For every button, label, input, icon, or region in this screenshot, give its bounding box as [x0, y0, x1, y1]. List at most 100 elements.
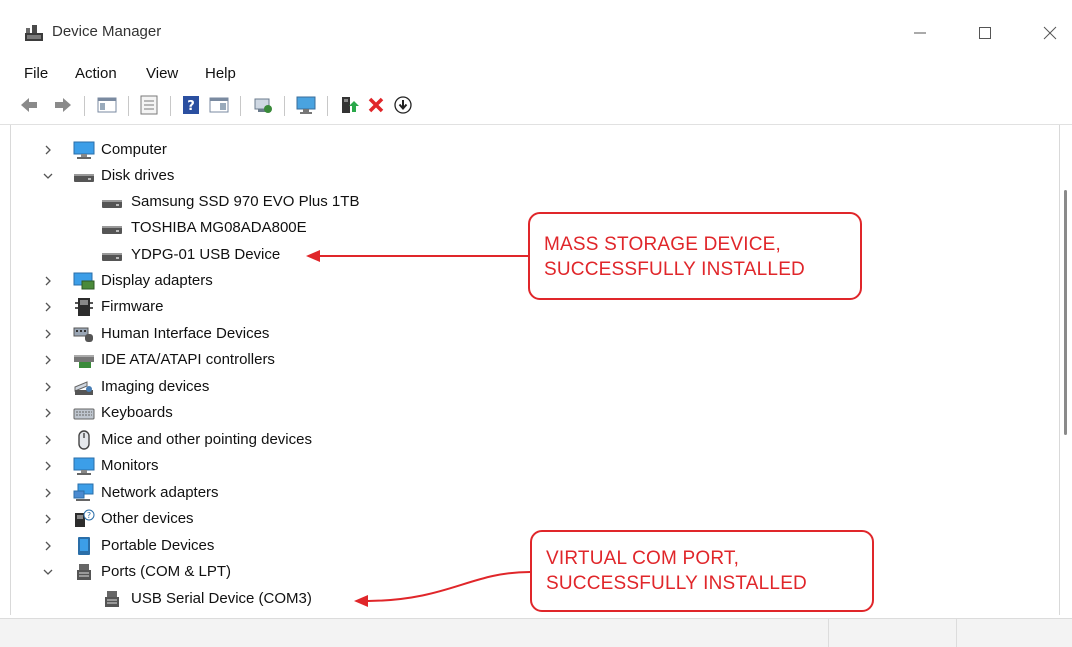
tree-item-ports[interactable]: Ports (COM & LPT) — [41, 560, 441, 586]
chevron-right-icon[interactable] — [41, 538, 55, 554]
tree-item-ide-ata[interactable]: IDE ATA/ATAPI controllers — [41, 348, 441, 374]
imaging-icon — [74, 381, 93, 395]
tree-item-label: Imaging devices — [101, 378, 210, 395]
firmware-icon — [75, 298, 93, 316]
disk-drive-icon — [74, 174, 94, 182]
help-icon[interactable]: ? — [180, 94, 202, 116]
tree-item-label: USB Serial Device (COM3) — [131, 590, 312, 607]
tree-item-label: Firmware — [101, 298, 164, 315]
disk-drive-icon — [102, 200, 122, 208]
callout-line: MASS STORAGE DEVICE, — [544, 234, 781, 255]
tree-item-label: Other devices — [101, 510, 194, 527]
close-icon — [1043, 26, 1057, 40]
close-button[interactable] — [1030, 18, 1070, 48]
disable-device-icon[interactable] — [392, 94, 414, 116]
chevron-down-icon[interactable] — [41, 168, 55, 184]
tree-item-hid[interactable]: Human Interface Devices — [41, 322, 441, 348]
chevron-right-icon[interactable] — [41, 405, 55, 421]
status-bar-divider — [956, 619, 957, 647]
tree-item-toshiba[interactable]: TOSHIBA MG08ADA800E — [101, 216, 481, 242]
window-title: Device Manager — [52, 23, 162, 40]
toolbar-separator — [84, 96, 85, 116]
tree-item-label: Keyboards — [101, 404, 173, 421]
ide-controller-icon — [74, 355, 94, 368]
uninstall-icon[interactable] — [365, 94, 387, 116]
chevron-right-icon[interactable] — [41, 142, 55, 158]
keyboard-icon — [73, 408, 95, 420]
back-icon[interactable] — [18, 94, 40, 116]
tree-item-label: IDE ATA/ATAPI controllers — [101, 351, 275, 368]
tree-item-ydpg-usb[interactable]: YDPG-01 USB Device — [101, 243, 381, 269]
toolbar-separator — [327, 96, 328, 116]
show-hide-console-tree-icon[interactable] — [96, 94, 118, 116]
tree-item-label: Human Interface Devices — [101, 325, 270, 342]
tree-item-label: Network adapters — [101, 484, 219, 501]
portable-device-icon — [78, 537, 90, 555]
tree-item-label: Ports (COM & LPT) — [101, 563, 232, 580]
tree-item-other-devices[interactable]: ? Other devices — [41, 507, 441, 533]
tree-item-computer[interactable]: Computer — [41, 138, 441, 164]
forward-icon[interactable] — [52, 94, 74, 116]
chevron-right-icon[interactable] — [41, 485, 55, 501]
chevron-right-icon[interactable] — [41, 458, 55, 474]
callout-line: SUCCESSFULLY INSTALLED — [546, 573, 807, 594]
toolbar-separator — [240, 96, 241, 116]
tree-item-mice[interactable]: Mice and other pointing devices — [41, 428, 461, 454]
callout-line: SUCCESSFULLY INSTALLED — [544, 259, 805, 280]
chevron-down-icon[interactable] — [41, 564, 55, 580]
update-driver-icon[interactable] — [338, 94, 360, 116]
chevron-right-icon[interactable] — [41, 326, 55, 342]
chevron-right-icon[interactable] — [41, 273, 55, 289]
toolbar-separator — [128, 96, 129, 116]
toolbar-separator — [284, 96, 285, 116]
chevron-right-icon[interactable] — [41, 299, 55, 315]
tree-item-firmware[interactable]: Firmware — [41, 295, 441, 321]
tree-item-label: Mice and other pointing devices — [101, 431, 312, 448]
tree-item-imaging[interactable]: Imaging devices — [41, 375, 441, 401]
title-bar[interactable]: Device Manager — [0, 0, 1072, 58]
tree-item-disk-drives[interactable]: Disk drives — [41, 164, 441, 190]
tree-item-display-adapters[interactable]: Display adapters — [41, 269, 441, 295]
tree-item-label: Computer — [101, 141, 167, 158]
scan-hardware-icon[interactable] — [252, 94, 274, 116]
tree-item-label: Disk drives — [101, 167, 175, 184]
vertical-scrollbar[interactable] — [1064, 190, 1067, 435]
menu-view[interactable]: View — [146, 65, 178, 82]
tree-item-keyboards[interactable]: Keyboards — [41, 401, 441, 427]
menu-file[interactable]: File — [24, 65, 48, 82]
tree-item-label: Display adapters — [101, 272, 213, 289]
maximize-icon — [979, 27, 991, 39]
tree-item-network-adapters[interactable]: Network adapters — [41, 481, 441, 507]
chevron-right-icon[interactable] — [41, 352, 55, 368]
status-bar — [0, 618, 1072, 647]
maximize-button[interactable] — [965, 18, 1005, 48]
properties-icon[interactable] — [138, 94, 160, 116]
chevron-right-icon[interactable] — [41, 511, 55, 527]
menu-help[interactable]: Help — [205, 65, 236, 82]
toolbar-separator — [170, 96, 171, 116]
svg-text:?: ? — [187, 99, 195, 114]
tree-item-usb-serial-com3[interactable]: USB Serial Device (COM3) — [101, 587, 421, 613]
mass-storage-callout: MASS STORAGE DEVICE, SUCCESSFULLY INSTAL… — [528, 212, 862, 300]
minimize-icon — [914, 32, 926, 34]
minimize-button[interactable] — [900, 18, 940, 48]
network-icon — [73, 483, 94, 501]
svg-text:?: ? — [87, 511, 91, 520]
port-icon — [105, 591, 119, 607]
menu-action[interactable]: Action — [75, 65, 117, 82]
display-adapter-icon — [73, 272, 95, 290]
other-devices-icon: ? — [75, 509, 95, 527]
chevron-right-icon[interactable] — [41, 432, 55, 448]
tree-item-portable-devices[interactable]: Portable Devices — [41, 534, 441, 560]
tree-item-label: Portable Devices — [101, 537, 215, 554]
tree-item-samsung-ssd[interactable]: Samsung SSD 970 EVO Plus 1TB — [101, 190, 481, 216]
tree-item-label: YDPG-01 USB Device — [131, 246, 281, 263]
hid-icon — [73, 327, 93, 342]
display-icon[interactable] — [295, 94, 317, 116]
show-action-pane-icon[interactable] — [208, 94, 230, 116]
virtual-com-callout: VIRTUAL COM PORT, SUCCESSFULLY INSTALLED — [530, 530, 874, 612]
disk-drive-icon — [102, 253, 122, 261]
mouse-icon — [78, 430, 90, 450]
tree-item-monitors[interactable]: Monitors — [41, 454, 441, 480]
chevron-right-icon[interactable] — [41, 379, 55, 395]
